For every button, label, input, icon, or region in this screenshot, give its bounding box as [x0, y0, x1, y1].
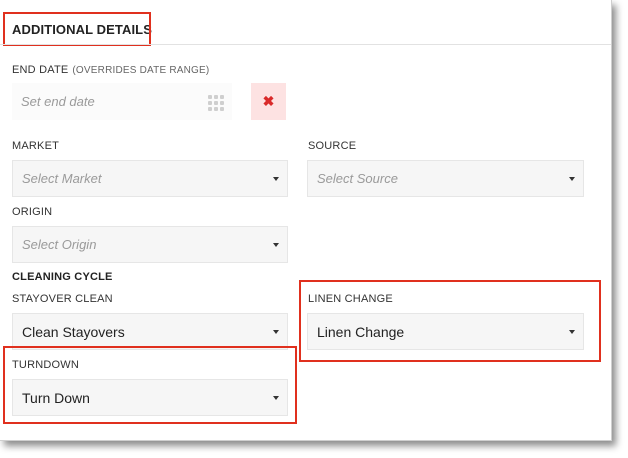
cleaning-cycle-title: CLEANING CYCLE [12, 271, 113, 283]
source-placeholder: Select Source [317, 171, 398, 186]
source-select[interactable]: Select Source [307, 160, 584, 197]
header-divider [0, 44, 611, 45]
close-icon: ✖ [262, 93, 275, 109]
end-date-input[interactable]: Set end date [12, 83, 232, 120]
market-placeholder: Select Market [22, 171, 102, 186]
origin-label: ORIGIN [12, 206, 53, 218]
end-date-sublabel: (OVERRIDES DATE RANGE) [72, 65, 210, 76]
source-label: SOURCE [308, 140, 357, 152]
highlight-box-linen [299, 280, 601, 362]
highlight-box-turndown [3, 346, 297, 424]
end-date-label-text: END DATE [12, 64, 69, 76]
additional-details-panel: ADDITIONAL DETAILS END DATE (OVERRIDES DA… [0, 0, 612, 441]
clear-end-date-button[interactable]: ✖ [251, 83, 286, 120]
market-select[interactable]: Select Market [12, 160, 288, 197]
highlight-box-title [3, 12, 151, 46]
stayover-label: STAYOVER CLEAN [12, 293, 113, 305]
end-date-placeholder: Set end date [21, 94, 95, 109]
end-date-label: END DATE (OVERRIDES DATE RANGE) [12, 64, 209, 76]
chevron-down-icon [273, 243, 279, 247]
origin-select[interactable]: Select Origin [12, 226, 288, 263]
origin-placeholder: Select Origin [22, 237, 97, 252]
market-label: MARKET [12, 140, 60, 152]
chevron-down-icon [273, 177, 279, 181]
stayover-select[interactable]: Clean Stayovers [12, 313, 288, 350]
chevron-down-icon [569, 177, 575, 181]
stayover-value: Clean Stayovers [22, 323, 125, 340]
calendar-grid-icon[interactable] [208, 95, 224, 111]
chevron-down-icon [273, 330, 279, 334]
